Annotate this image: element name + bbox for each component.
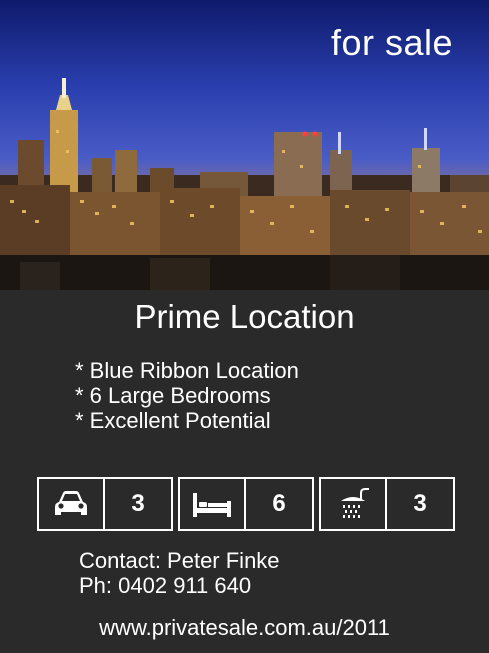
stat-bedrooms: 6 — [178, 477, 314, 531]
for-sale-badge: for sale — [330, 22, 453, 63]
listing-panel: Prime Location * Blue Ribbon Location * … — [0, 290, 489, 653]
website-link[interactable]: www.privatesale.com.au/2011 — [0, 615, 489, 641]
stat-car-spaces: 3 — [37, 477, 173, 531]
feature-item: * 6 Large Bedrooms — [75, 383, 271, 408]
feature-item: * Excellent Potential — [75, 408, 271, 433]
property-stats: 3 6 3 — [37, 477, 455, 531]
feature-item: * Blue Ribbon Location — [75, 358, 299, 383]
bathrooms-count: 3 — [413, 490, 427, 517]
bed-icon — [180, 479, 246, 529]
shower-icon — [321, 479, 387, 529]
listing-headline: Prime Location — [134, 298, 355, 335]
contact-phone: Ph: 0402 911 640 — [79, 573, 252, 598]
stat-bathrooms: 3 — [319, 477, 455, 531]
feature-list: * Blue Ribbon Location * 6 Large Bedroom… — [75, 358, 299, 433]
contact-block: Contact: Peter Finke Ph: 0402 911 640 — [79, 548, 280, 598]
car-spaces-count: 3 — [131, 490, 145, 517]
bedrooms-count: 6 — [272, 490, 286, 517]
contact-name: Contact: Peter Finke — [79, 548, 280, 573]
car-icon — [39, 479, 105, 529]
city-skyline-photo: for sale — [0, 0, 489, 290]
